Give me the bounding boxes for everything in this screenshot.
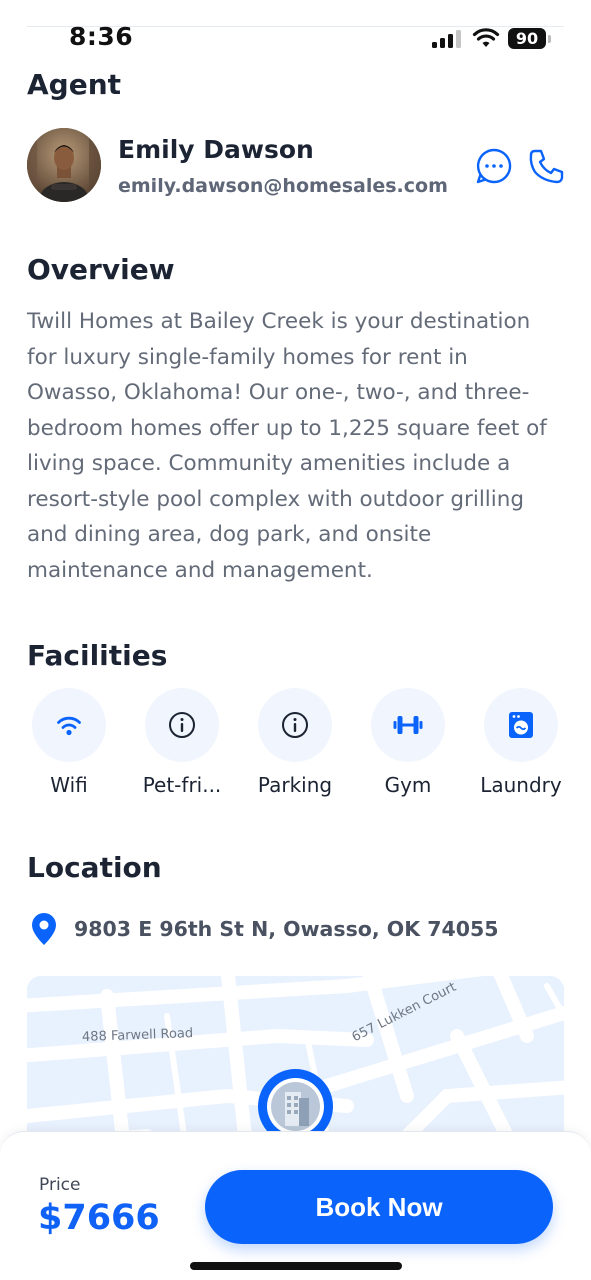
wifi-icon	[57, 716, 81, 736]
chat-bubble-icon	[476, 148, 512, 184]
facility-pet-circle	[145, 688, 219, 762]
location-pin-icon	[32, 913, 56, 945]
facilities-list: Wifi Pet-fri... Parking Gym Laundry	[27, 688, 567, 808]
location-map[interactable]: 488 Farwell Road 657 Lukken Court	[27, 976, 564, 1156]
price-value: $7666	[38, 1198, 160, 1238]
booking-bar: Price $7666 Book Now	[0, 1131, 591, 1280]
facility-parking-circle	[258, 688, 332, 762]
facility-pet-label: Pet-fri...	[142, 773, 222, 797]
facility-wifi-circle	[32, 688, 106, 762]
wifi-status-icon	[472, 28, 500, 47]
facility-parking-label: Parking	[257, 773, 333, 797]
home-indicator[interactable]	[190, 1262, 402, 1270]
property-thumbnail	[267, 1078, 324, 1135]
facility-pet-friendly[interactable]: Pet-fri...	[127, 688, 237, 808]
call-button[interactable]	[526, 146, 566, 186]
avatar-image	[27, 128, 101, 202]
battery-icon: 90	[508, 28, 551, 50]
address-text: 9803 E 96th St N, Owasso, OK 74055	[74, 917, 499, 941]
price-label: Price	[39, 1175, 81, 1195]
cellular-signal-icon	[432, 30, 461, 48]
book-now-button[interactable]: Book Now	[205, 1170, 553, 1244]
facility-gym-circle	[371, 688, 445, 762]
facility-gym-label: Gym	[384, 773, 432, 797]
status-time: 8:36	[69, 22, 134, 51]
agent-email[interactable]: emily.dawson@homesales.com	[118, 175, 448, 197]
info-icon	[282, 712, 308, 738]
facility-gym[interactable]: Gym	[353, 688, 463, 808]
facility-laundry-label: Laundry	[480, 773, 562, 797]
chat-button[interactable]	[474, 146, 514, 186]
washing-machine-icon	[509, 712, 533, 738]
facilities-section-title: Facilities	[27, 639, 168, 672]
avatar[interactable]	[27, 128, 101, 202]
info-icon	[169, 712, 195, 738]
battery-level: 90	[508, 28, 546, 49]
status-bar: 8:36 90	[0, 0, 591, 62]
location-section-title: Location	[27, 851, 162, 884]
facility-laundry[interactable]: Laundry	[466, 688, 576, 808]
phone-icon	[529, 149, 564, 184]
agent-section-title: Agent	[27, 68, 122, 101]
dumbbell-icon	[393, 716, 423, 734]
overview-description: Twill Homes at Bailey Creek is your dest…	[27, 309, 547, 583]
facility-wifi[interactable]: Wifi	[14, 688, 124, 808]
building-icon	[271, 1082, 320, 1131]
overview-section-title: Overview	[27, 253, 175, 286]
agent-name: Emily Dawson	[118, 135, 314, 164]
facility-laundry-circle	[484, 688, 558, 762]
battery-cap	[548, 35, 551, 43]
facility-parking[interactable]: Parking	[240, 688, 350, 808]
facility-wifi-label: Wifi	[50, 773, 88, 797]
